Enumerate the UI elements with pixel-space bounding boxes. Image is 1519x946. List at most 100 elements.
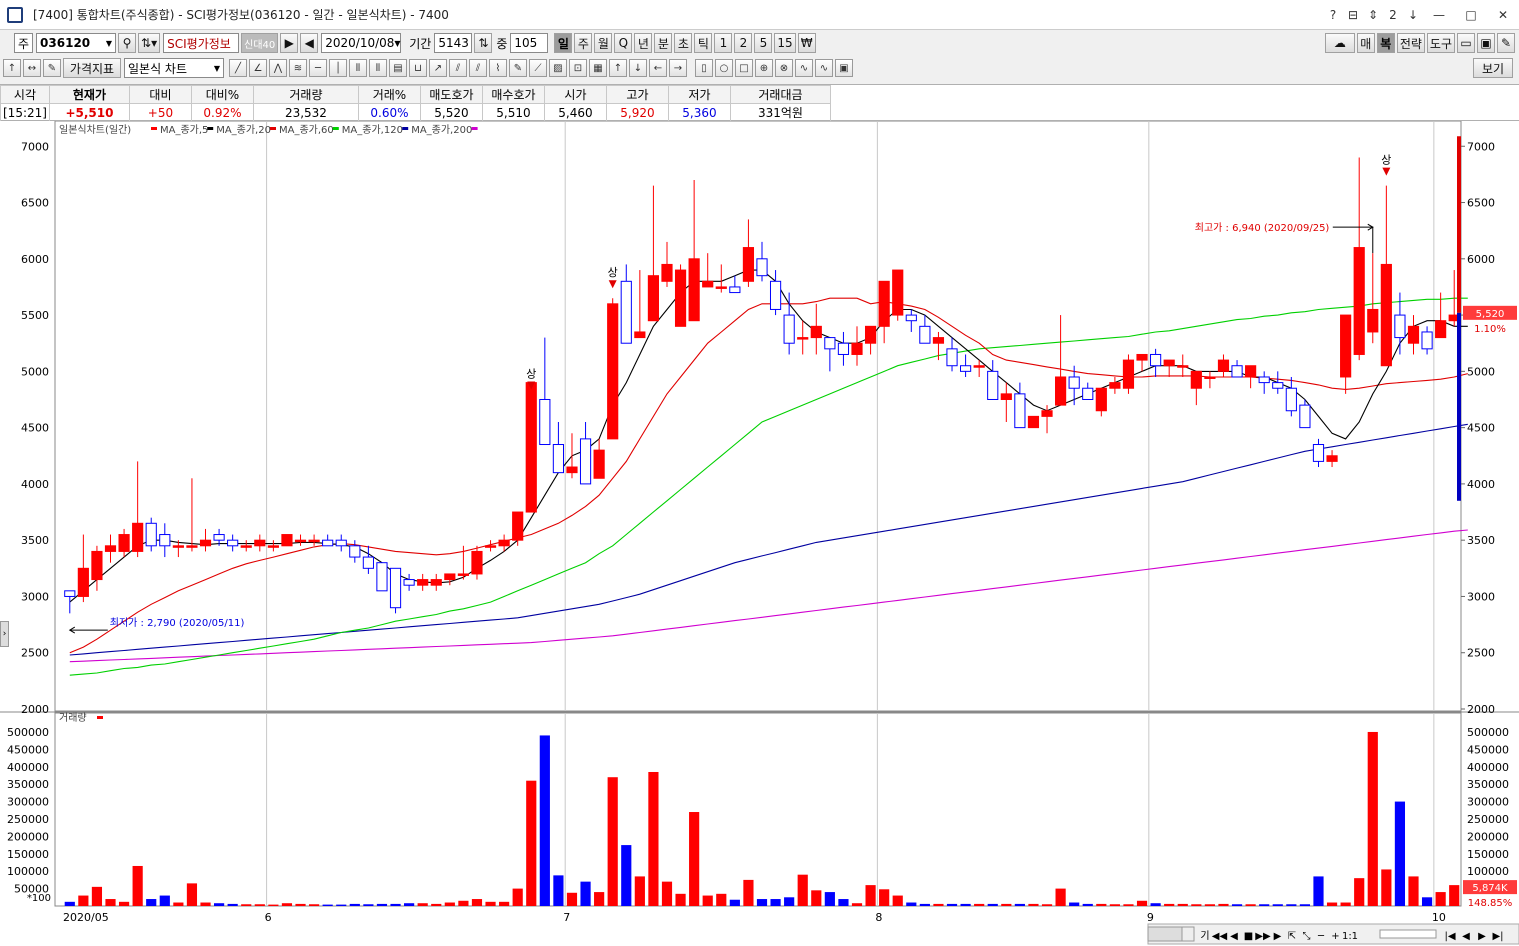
market-select[interactable]: 주 <box>14 33 34 53</box>
search-button[interactable]: ⚲ <box>118 33 137 53</box>
volume-panel <box>54 712 1462 907</box>
down-icon[interactable]: ↓ <box>1406 8 1420 22</box>
draw-tool-21-icon[interactable]: ← <box>649 59 667 77</box>
count-input[interactable]: 105 <box>510 33 549 53</box>
chart-type-select[interactable]: 일본식 차트 ▼ <box>124 58 224 78</box>
interval-10[interactable]: 5 <box>754 33 773 53</box>
candle-body <box>1109 382 1121 389</box>
view-button[interactable]: 보기 <box>1473 58 1513 78</box>
save-button[interactable]: ▣ <box>1477 33 1495 53</box>
draw-tool-11-icon[interactable]: ⫽ <box>449 59 467 77</box>
y-tick-label-right: 7000 <box>1467 140 1495 153</box>
interval-6[interactable]: 초 <box>674 33 693 53</box>
draw-tool-1-icon[interactable]: ∠ <box>249 59 267 77</box>
draw-tool-17-icon[interactable]: ⊡ <box>569 59 587 77</box>
interval-2[interactable]: 월 <box>594 33 613 53</box>
period-spin[interactable]: ⇅ <box>474 33 493 53</box>
candle-body <box>987 370 999 400</box>
candle-body <box>864 325 877 344</box>
sort-button[interactable]: ⇅▾ <box>138 33 161 53</box>
maximize-button[interactable]: □ <box>1458 8 1484 22</box>
draw-tool-27-icon[interactable]: ⊗ <box>775 59 793 77</box>
help-icon[interactable]: ? <box>1326 8 1340 22</box>
edit-icon[interactable]: ✎ <box>43 59 61 77</box>
draw-tool-10-icon[interactable]: ↗ <box>429 59 447 77</box>
draw-tool-14-icon[interactable]: ✎ <box>509 59 527 77</box>
draw-tool-23-icon[interactable]: ▯ <box>695 59 713 77</box>
multi-button[interactable]: 복 <box>1376 33 1395 53</box>
draw-tool-15-icon[interactable]: ⟋ <box>529 59 547 77</box>
resize-icon[interactable]: ⇕ <box>1366 8 1380 22</box>
cloud-button[interactable]: ☁ <box>1324 33 1355 53</box>
search-icon: ⚲ <box>122 36 132 50</box>
interval-4[interactable]: 년 <box>634 33 653 53</box>
candle-body <box>1312 444 1325 462</box>
interval-11[interactable]: 15 <box>774 33 796 53</box>
draw-tool-9-icon[interactable]: ⊔ <box>409 59 427 77</box>
count-icon[interactable]: 2 <box>1386 8 1400 22</box>
chart-svg[interactable]: 2020/05 6 7 8 9 10 2000 2000 2500 2500 3000 3000 350… <box>0 120 1519 946</box>
candle-body <box>566 466 578 474</box>
draw-tool-6-icon[interactable]: ⫴ <box>349 59 367 77</box>
period-input[interactable]: 5143 <box>434 33 473 53</box>
draw-tool-26-icon[interactable]: ⊕ <box>755 59 773 77</box>
draw-tool-29-icon[interactable]: ∿ <box>815 59 833 77</box>
draw-tool-20-icon[interactable]: ↓ <box>629 59 647 77</box>
candle-body <box>362 556 374 569</box>
minimize-button[interactable]: — <box>1426 8 1452 22</box>
dropdown-icon[interactable]: ▼ <box>214 64 220 73</box>
draw-tool-25-icon[interactable]: □ <box>735 59 753 77</box>
quote-value-8: 5,460 <box>543 103 607 122</box>
date-input[interactable]: 2020/10/08 ▼ <box>321 33 402 53</box>
interval-1[interactable]: 주 <box>574 33 593 53</box>
draw-tool-4-icon[interactable]: ─ <box>309 59 327 77</box>
interval-5[interactable]: 분 <box>654 33 673 53</box>
next-button[interactable]: ▶ <box>280 33 299 53</box>
prev-button[interactable]: ◀ <box>300 33 319 53</box>
draw-tool-18-icon[interactable]: ▦ <box>589 59 607 77</box>
indicator-button[interactable]: 가격지표 <box>63 58 121 78</box>
interval-0[interactable]: 일 <box>554 33 573 53</box>
draw-tool-5-icon[interactable]: │ <box>329 59 347 77</box>
expand-left-button[interactable]: › <box>0 621 9 647</box>
interval-8[interactable]: 1 <box>714 33 733 53</box>
draw-tool-16-icon[interactable]: ▨ <box>549 59 567 77</box>
dropdown-icon[interactable]: ▼ <box>106 39 112 48</box>
draw-tool-30-icon[interactable]: ▣ <box>835 59 853 77</box>
draw-tool-22-icon[interactable]: → <box>669 59 687 77</box>
draw-tool-2-icon[interactable]: ⋀ <box>269 59 287 77</box>
draw-tool-13-icon[interactable]: ⌇ <box>489 59 507 77</box>
draw-tool-8-icon[interactable]: ▤ <box>389 59 407 77</box>
layout-icon[interactable]: ⊟ <box>1346 8 1360 22</box>
candle-body <box>783 314 795 344</box>
candle-body <box>1245 365 1257 378</box>
draw-tool-28-icon[interactable]: ∿ <box>795 59 813 77</box>
draw-tool-7-icon[interactable]: ⦀ <box>369 59 387 77</box>
tools-button[interactable]: 도구 <box>1426 33 1455 53</box>
draw-tool-12-icon[interactable]: ⫽ <box>469 59 487 77</box>
dropdown-icon[interactable]: ▼ <box>394 39 400 48</box>
strategy-button[interactable]: 전략 <box>1396 33 1425 53</box>
candle-body <box>1082 387 1094 400</box>
draw-tool-19-icon[interactable]: ↑ <box>609 59 627 77</box>
volume-tick-label-left: 350000 <box>7 778 49 791</box>
draw-tool-0-icon[interactable]: ╱ <box>229 59 247 77</box>
volume-bar <box>648 771 659 906</box>
chart-area[interactable]: 2020/05 6 7 8 9 10 2000 2000 2500 2500 3000 3000 350… <box>0 120 1519 946</box>
volume-legend-swatch <box>97 716 103 719</box>
interval-7[interactable]: 틱 <box>694 33 713 53</box>
volume-tick-label-left: 500000 <box>7 726 49 739</box>
open-button[interactable]: ▭ <box>1457 33 1475 53</box>
arrow-lr-icon[interactable]: ↔ <box>23 59 41 77</box>
close-button[interactable]: ✕ <box>1490 8 1516 22</box>
arrow-up-icon[interactable]: ↑ <box>3 59 21 77</box>
draw-tool-3-icon[interactable]: ≋ <box>289 59 307 77</box>
settings-button[interactable]: ✎ <box>1497 33 1515 53</box>
interval-3[interactable]: Q <box>614 33 633 53</box>
buy-sell-button[interactable]: 매 <box>1356 33 1375 53</box>
code-input[interactable]: 036120 ▼ <box>36 33 117 53</box>
draw-tool-24-icon[interactable]: ○ <box>715 59 733 77</box>
y-tick-label-right: 2000 <box>1467 703 1495 716</box>
interval-12[interactable]: ₩ <box>797 33 816 53</box>
interval-9[interactable]: 2 <box>734 33 753 53</box>
